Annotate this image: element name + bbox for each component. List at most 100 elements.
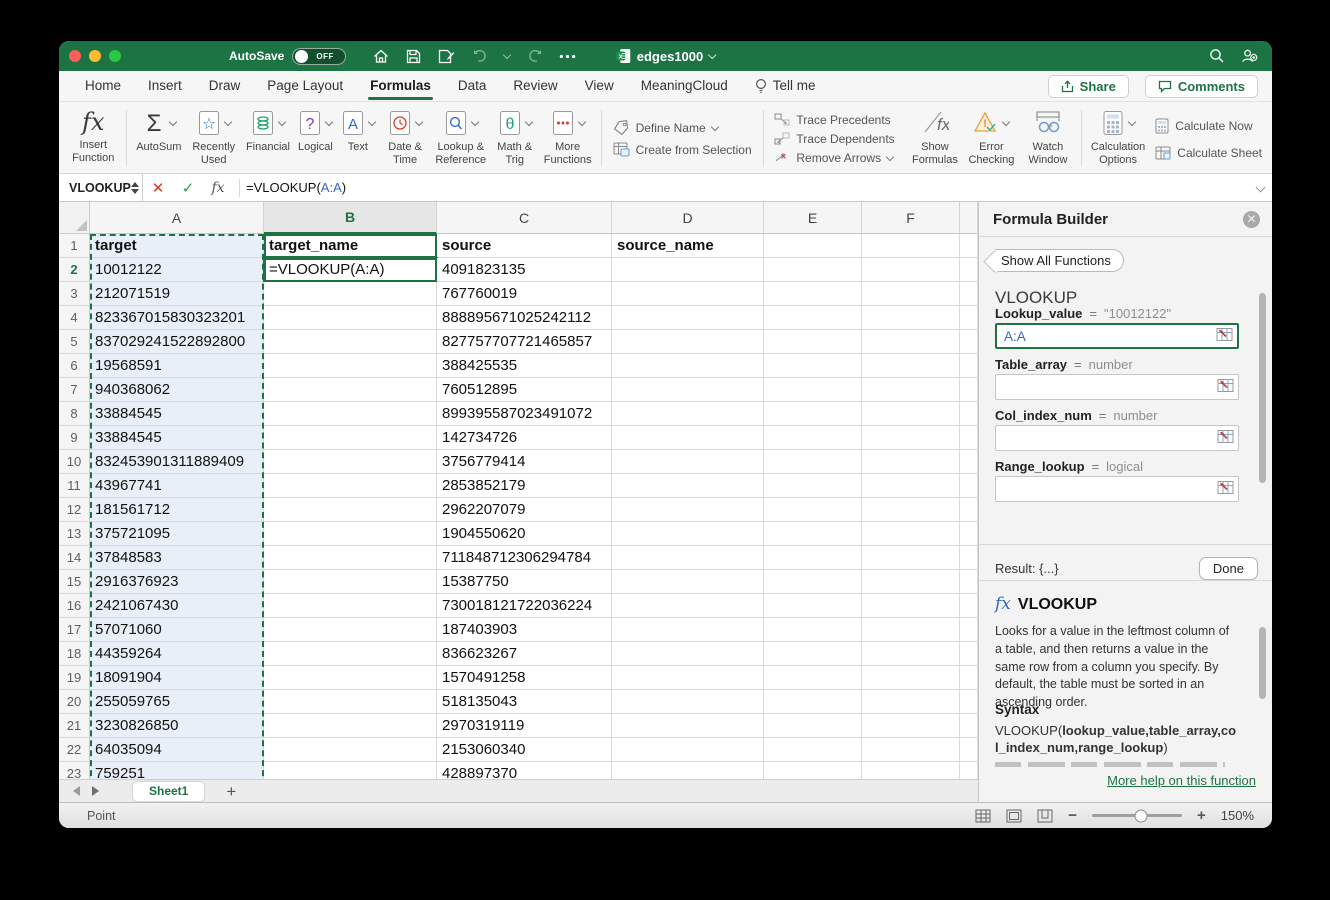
cell-F14[interactable] [862,546,960,570]
cell-D16[interactable] [612,594,764,618]
cell-B17[interactable] [264,618,437,642]
add-sheet-button[interactable]: + [226,783,236,800]
cell-F18[interactable] [862,642,960,666]
cell-C21[interactable]: 2970319119 [437,714,612,738]
tab-page-layout[interactable]: Page Layout [267,72,343,100]
save-icon[interactable] [405,48,422,65]
tab-insert[interactable]: Insert [148,72,182,100]
autosum-button[interactable]: Σ AutoSum [132,106,185,171]
share-button[interactable]: Share [1048,75,1129,98]
zoom-window-button[interactable] [109,50,121,62]
cell-C5[interactable]: 827757707721465857 [437,330,612,354]
cell-partial-4[interactable] [960,306,978,330]
cell-D15[interactable] [612,570,764,594]
cell-F20[interactable] [862,690,960,714]
column-header-F[interactable]: F [862,202,960,234]
row-header-7[interactable]: 7 [59,378,90,402]
cell-B16[interactable] [264,594,437,618]
cell-partial-7[interactable] [960,378,978,402]
cell-partial-12[interactable] [960,498,978,522]
cell-partial-11[interactable] [960,474,978,498]
cell-A5[interactable]: 837029241522892800 [90,330,264,354]
text-button[interactable]: A Text [337,106,379,171]
cell-C7[interactable]: 760512895 [437,378,612,402]
cell-F22[interactable] [862,738,960,762]
undo-menu-chevron[interactable] [503,50,511,58]
cell-partial-5[interactable] [960,330,978,354]
cell-B22[interactable] [264,738,437,762]
row-header-18[interactable]: 18 [59,642,90,666]
cell-E1[interactable] [764,234,862,258]
cell-B4[interactable] [264,306,437,330]
close-window-button[interactable] [69,50,81,62]
column-header-B[interactable]: B [264,202,437,234]
row-header-15[interactable]: 15 [59,570,90,594]
cell-A3[interactable]: 212071519 [90,282,264,306]
cell-B9[interactable] [264,426,437,450]
cell-F12[interactable] [862,498,960,522]
cell-C1[interactable]: source [437,234,612,258]
insert-function-fx-button[interactable]: fx [203,180,233,196]
row-header-16[interactable]: 16 [59,594,90,618]
cell-B5[interactable] [264,330,437,354]
cell-B8[interactable] [264,402,437,426]
cell-partial-15[interactable] [960,570,978,594]
share-screen-icon[interactable] [1241,48,1258,65]
cell-E5[interactable] [764,330,862,354]
cell-A7[interactable]: 940368062 [90,378,264,402]
cell-F19[interactable] [862,666,960,690]
logical-button[interactable]: ? Logical [294,106,337,171]
cell-D4[interactable] [612,306,764,330]
undo-icon[interactable] [471,48,488,65]
formula-input[interactable]: =VLOOKUP(A:A) [246,180,346,195]
cell-E20[interactable] [764,690,862,714]
cell-E6[interactable] [764,354,862,378]
row-header-10[interactable]: 10 [59,450,90,474]
document-title-group[interactable]: x edges1000 [616,48,716,64]
cell-C13[interactable]: 1904550620 [437,522,612,546]
financial-button[interactable]: Financial [242,106,294,171]
cell-F17[interactable] [862,618,960,642]
cell-D19[interactable] [612,666,764,690]
calculate-sheet-button[interactable]: Calculate Sheet [1155,146,1262,160]
cell-D2[interactable] [612,258,764,282]
cell-D21[interactable] [612,714,764,738]
name-box-stepper[interactable] [131,182,139,194]
cell-A1[interactable]: target [90,234,264,258]
cell-A6[interactable]: 19568591 [90,354,264,378]
cell-F21[interactable] [862,714,960,738]
more-help-link[interactable]: More help on this function [1107,773,1256,788]
cell-E4[interactable] [764,306,862,330]
cell-E3[interactable] [764,282,862,306]
cell-partial-17[interactable] [960,618,978,642]
cell-E11[interactable] [764,474,862,498]
table-array-input[interactable] [995,374,1239,400]
cell-partial-13[interactable] [960,522,978,546]
column-header-E[interactable]: E [764,202,862,234]
cell-D3[interactable] [612,282,764,306]
cell-D18[interactable] [612,642,764,666]
cell-F2[interactable] [862,258,960,282]
cell-C23[interactable]: 428897370 [437,762,612,779]
cell-C17[interactable]: 187403903 [437,618,612,642]
cell-partial-10[interactable] [960,450,978,474]
cell-C10[interactable]: 3756779414 [437,450,612,474]
cell-E14[interactable] [764,546,862,570]
cell-D13[interactable] [612,522,764,546]
minimize-window-button[interactable] [89,50,101,62]
cell-C18[interactable]: 836623267 [437,642,612,666]
cell-D10[interactable] [612,450,764,474]
cell-B21[interactable] [264,714,437,738]
math-trig-button[interactable]: θ Math & Trig [490,106,539,171]
cell-C20[interactable]: 518135043 [437,690,612,714]
search-icon[interactable] [1208,48,1225,65]
column-header-C[interactable]: C [437,202,612,234]
row-header-17[interactable]: 17 [59,618,90,642]
show-formulas-button[interactable]: fx Show Formulas [907,106,963,171]
cell-D12[interactable] [612,498,764,522]
zoom-in-button[interactable]: + [1197,808,1206,823]
cell-C12[interactable]: 2962207079 [437,498,612,522]
row-header-2[interactable]: 2 [59,258,90,282]
cancel-entry-button[interactable]: ✕ [143,179,173,197]
cell-A8[interactable]: 33884545 [90,402,264,426]
